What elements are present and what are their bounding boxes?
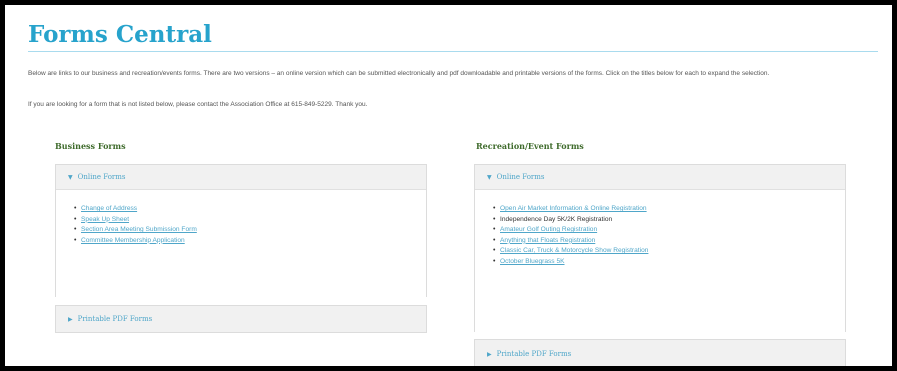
page-frame: Forms Central Below are links to our bus… — [5, 5, 892, 366]
business-online-list: • Change of Address • Speak Up Sheet • Sect… — [56, 190, 426, 298]
list-item: • Anything that Floats Registration — [493, 236, 596, 244]
amateur-golf-link[interactable]: Amateur Golf Outing Registration — [500, 226, 597, 233]
recreation-pdf-panel: ▶ Printable PDF Forms — [474, 339, 846, 366]
list-item: • Change of Address — [74, 205, 138, 212]
list-item: • Open Air Market Information & Online Re… — [493, 205, 647, 212]
list-item: • Committee Membership Application — [74, 236, 185, 244]
list-item: • Section Area Meeting Submission Form — [74, 226, 197, 234]
october-bluegrass-link[interactable]: October Bluegrass 5K — [500, 258, 565, 265]
anything-that-floats-link[interactable]: Anything that Floats Registration — [500, 237, 595, 244]
list-item: • Classic Car, Truck & Motorcycle Show Re… — [493, 247, 649, 255]
committee-membership-link[interactable]: Committee Membership Application — [81, 237, 185, 244]
list-item: • Independence Day 5K/2K Registration — [493, 215, 613, 223]
intro-text: Below are links to our business and recr… — [28, 70, 770, 77]
business-online-toggle[interactable]: ▼ Online Forms — [56, 165, 426, 190]
recreation-forms-heading: Recreation/Event Forms — [476, 141, 584, 151]
title-divider — [28, 51, 878, 52]
independence-day-text: Independence Day 5K/2K Registration — [500, 215, 613, 223]
section-area-meeting-link[interactable]: Section Area Meeting Submission Form — [81, 226, 197, 233]
recreation-pdf-toggle[interactable]: ▶ Printable PDF Forms — [475, 340, 845, 366]
list-item: • Speak Up Sheet — [74, 215, 130, 223]
list-item: • October Bluegrass 5K — [493, 257, 565, 265]
triangle-down-icon: ▼ — [68, 174, 73, 181]
contact-text: If you are looking for a form that is no… — [28, 101, 368, 108]
triangle-right-icon: ▶ — [68, 316, 73, 323]
triangle-right-icon: ▶ — [487, 351, 492, 358]
recreation-online-panel: ▼ Online Forms • Open Air Market Informati… — [474, 164, 846, 333]
open-air-market-link[interactable]: Open Air Market Information & Online Reg… — [500, 205, 647, 212]
recreation-online-toggle[interactable]: ▼ Online Forms — [475, 165, 845, 190]
business-online-label: Online Forms — [77, 173, 126, 181]
business-forms-heading: Business Forms — [55, 141, 126, 151]
change-of-address-link[interactable]: Change of Address — [81, 205, 137, 212]
list-item: • Amateur Golf Outing Registration — [493, 226, 598, 234]
speak-up-sheet-link[interactable]: Speak Up Sheet — [81, 216, 129, 223]
page-title: Forms Central — [28, 21, 212, 48]
business-online-panel: ▼ Online Forms • Change of Address • Speak … — [55, 164, 427, 298]
business-pdf-toggle[interactable]: ▶ Printable PDF Forms — [56, 306, 426, 332]
recreation-pdf-label: Printable PDF Forms — [496, 350, 572, 358]
business-pdf-panel: ▶ Printable PDF Forms — [55, 305, 427, 333]
triangle-down-icon: ▼ — [487, 174, 492, 181]
recreation-online-list: • Open Air Market Information & Online Re… — [475, 190, 845, 333]
classic-car-show-link[interactable]: Classic Car, Truck & Motorcycle Show Reg… — [500, 247, 648, 254]
business-pdf-label: Printable PDF Forms — [77, 315, 153, 323]
recreation-online-label: Online Forms — [496, 173, 545, 181]
